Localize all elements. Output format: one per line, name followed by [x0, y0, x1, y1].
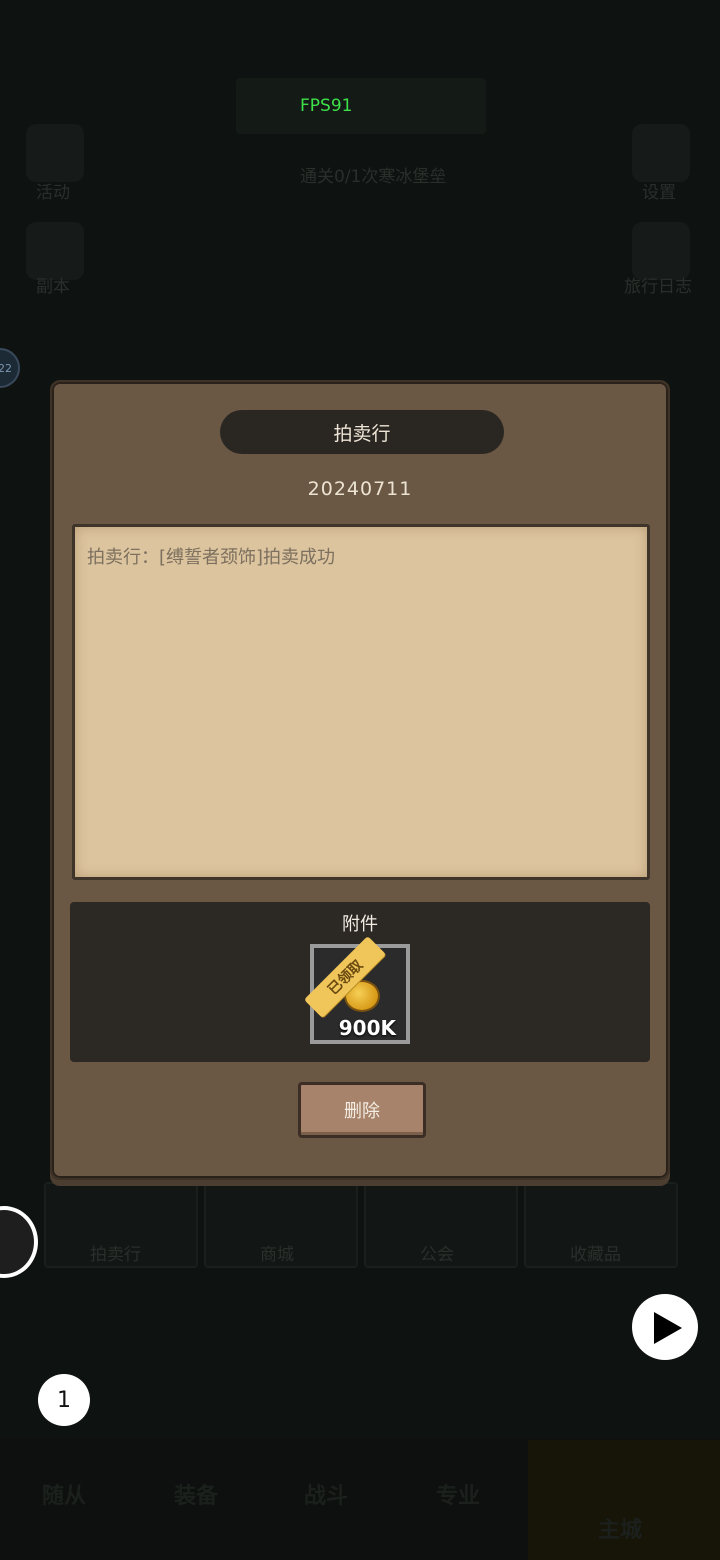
mail-body-text: 拍卖行：[缚誓者颈饰]拍卖成功 — [87, 547, 336, 568]
play-button[interactable] — [632, 1294, 698, 1360]
top-banner — [236, 78, 486, 134]
nav-profession[interactable]: 专业 — [436, 1478, 480, 1510]
dungeon-label: 副本 — [36, 277, 70, 297]
nav-followers[interactable]: 随从 — [42, 1478, 86, 1510]
collection-tile[interactable]: 收藏品 — [524, 1182, 678, 1268]
delete-button[interactable]: 删除 — [298, 1082, 426, 1138]
travel-log-label: 旅行日志 — [624, 277, 692, 297]
settings-icon[interactable] — [632, 124, 690, 182]
mail-dialog: 拍卖行 20240711 拍卖行：[缚誓者颈饰]拍卖成功 附件 已领取 900K… — [50, 380, 670, 1180]
quest-text: 通关0/1次寒冰堡垒 — [300, 167, 447, 187]
nav-equipment[interactable]: 装备 — [174, 1478, 218, 1510]
auction-tile[interactable]: 拍卖行 — [44, 1182, 198, 1268]
fps-counter: FPS91 — [300, 96, 353, 116]
nav-battle[interactable]: 战斗 — [304, 1478, 348, 1510]
mail-body: 拍卖行：[缚誓者颈饰]拍卖成功 — [72, 524, 650, 880]
attachments-title: 附件 — [342, 914, 378, 935]
nav-main-city[interactable]: 主城 — [598, 1512, 642, 1544]
attachments-panel: 附件 已领取 900K — [70, 902, 650, 1062]
count-badge: 1 — [38, 1374, 90, 1426]
play-icon — [654, 1312, 682, 1344]
attachment-item[interactable]: 已领取 900K — [303, 935, 410, 1044]
dialog-title: 拍卖行 — [220, 410, 504, 454]
guild-tile[interactable]: 公会 — [364, 1182, 518, 1268]
item-quantity: 900K — [338, 1016, 396, 1040]
event-label: 活动 — [36, 183, 70, 203]
event-icon[interactable] — [26, 124, 84, 182]
shop-tile[interactable]: 商城 — [204, 1182, 358, 1268]
mail-date: 20240711 — [307, 478, 413, 500]
settings-label: 设置 — [642, 183, 676, 203]
